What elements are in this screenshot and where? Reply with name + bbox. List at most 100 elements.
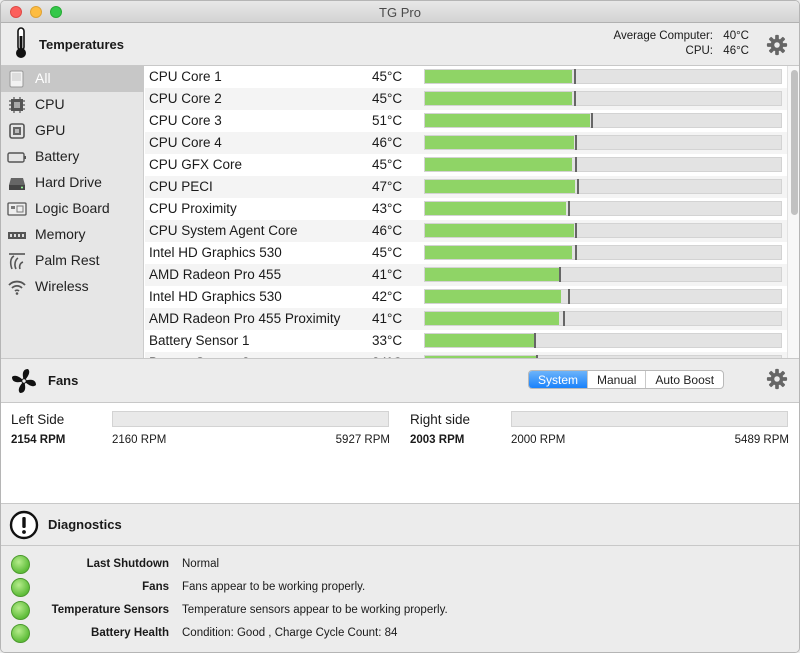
average-computer-label: Average Computer:	[613, 30, 713, 42]
sensor-bar-fill	[425, 334, 534, 347]
sensor-bar-fill	[425, 70, 572, 83]
sidebar-item-cpu[interactable]: CPU	[1, 92, 144, 118]
sensor-temperature-bar	[424, 223, 782, 238]
sensor-max-marker	[563, 311, 565, 326]
sensor-name: Intel HD Graphics 530	[149, 245, 282, 260]
sensor-max-marker	[575, 157, 577, 172]
hard-drive-icon	[9, 178, 25, 190]
sensor-max-marker	[591, 113, 593, 128]
diagnostic-value: Fans appear to be working properly.	[182, 581, 366, 593]
diagnostics-header: Diagnostics	[1, 505, 799, 545]
sensor-row[interactable]: Intel HD Graphics 530 42°C	[145, 286, 787, 308]
sensor-temperature-bar	[424, 333, 782, 348]
sidebar-item-label: GPU	[35, 122, 66, 138]
palm-rest-icon	[9, 253, 25, 270]
scrollbar-thumb[interactable]	[791, 70, 798, 215]
diagnostic-row-temperature-sensors: Temperature Sensors Temperature sensors …	[1, 599, 799, 622]
sidebar-item-logic-board[interactable]: Logic Board	[1, 196, 144, 222]
status-ok-icon	[11, 601, 30, 620]
sensor-bar-fill	[425, 202, 566, 215]
sensor-list-scrollbar[interactable]	[787, 66, 799, 358]
right-fan-speed-bar	[511, 411, 788, 427]
window-title: TG Pro	[379, 5, 421, 20]
temperatures-settings-gear-icon[interactable]	[766, 34, 788, 56]
sensor-row[interactable]: CPU Core 1 45°C	[145, 66, 787, 88]
sensor-bar-fill	[425, 290, 561, 303]
sensor-temperature: 34°C	[372, 355, 402, 358]
battery-icon	[7, 152, 26, 163]
fans-settings-gear-icon[interactable]	[766, 368, 788, 390]
sensor-row[interactable]: AMD Radeon Pro 455 Proximity 41°C	[145, 308, 787, 330]
sensor-list[interactable]: CPU Core 1 45°C CPU Core 2 45°C CPU Core 3 51…	[145, 66, 787, 358]
sensor-name: AMD Radeon Pro 455	[149, 267, 282, 282]
logic-board-icon	[7, 202, 27, 216]
status-ok-icon	[11, 624, 30, 643]
fans-title: Fans	[48, 373, 79, 388]
all-icon	[9, 70, 24, 88]
sensor-name: CPU System Agent Core	[149, 223, 298, 238]
sidebar-item-palm-rest[interactable]: Palm Rest	[1, 248, 144, 274]
sidebar-item-memory[interactable]: Memory	[1, 222, 144, 248]
sensor-row[interactable]: Battery Sensor 2 34°C	[145, 352, 787, 358]
sensor-row[interactable]: CPU Core 3 51°C	[145, 110, 787, 132]
diagnostic-label: Temperature Sensors	[51, 604, 169, 616]
sensor-name: Intel HD Graphics 530	[149, 289, 282, 304]
sidebar-item-label: Battery	[35, 148, 80, 164]
diagnostic-row-last-shutdown: Last Shutdown Normal	[1, 553, 799, 576]
diagnostic-label: Battery Health	[91, 627, 169, 639]
sensor-temperature-bar	[424, 245, 782, 260]
sensor-max-marker	[559, 267, 561, 282]
fans-panel: Left Side 2154 RPM 2160 RPM 5927 RPM Rig…	[1, 402, 799, 504]
fan-mode-manual-button[interactable]: Manual	[588, 371, 647, 388]
sensor-bar-fill	[425, 180, 575, 193]
fan-mode-auto-boost-button[interactable]: Auto Boost	[646, 371, 723, 388]
sensor-max-marker	[575, 245, 577, 260]
diagnostic-value: Normal	[182, 558, 220, 570]
sensor-row[interactable]: CPU Core 2 45°C	[145, 88, 787, 110]
sensor-row[interactable]: AMD Radeon Pro 455 41°C	[145, 264, 787, 286]
cpu-average-value: 46°C	[723, 45, 749, 57]
sensor-row[interactable]: CPU System Agent Core 46°C	[145, 220, 787, 242]
sensor-bar-fill	[425, 224, 574, 237]
cpu-average-label: CPU:	[685, 45, 713, 57]
status-ok-icon	[11, 555, 30, 574]
diagnostic-label: Fans	[142, 581, 169, 593]
sidebar-item-battery[interactable]: Battery	[1, 144, 144, 170]
sidebar-item-wireless[interactable]: Wireless	[1, 274, 144, 300]
sensor-name: Battery Sensor 2	[149, 355, 250, 358]
sensor-temperature-bar	[424, 69, 782, 84]
sidebar-item-all[interactable]: All	[1, 66, 144, 92]
sensor-name: CPU Core 2	[149, 91, 222, 106]
sensor-temperature-bar	[424, 91, 782, 106]
sensor-row[interactable]: CPU Proximity 43°C	[145, 198, 787, 220]
thermometer-icon	[16, 27, 26, 58]
sensor-temperature-bar	[424, 355, 782, 358]
sensor-row[interactable]: CPU PECI 47°C	[145, 176, 787, 198]
sensor-row[interactable]: CPU GFX Core 45°C	[145, 154, 787, 176]
sensor-temperature: 45°C	[372, 91, 403, 106]
sensor-max-marker	[575, 223, 577, 238]
sensor-row[interactable]: CPU Core 4 46°C	[145, 132, 787, 154]
sensor-bar-fill	[425, 246, 572, 259]
sensor-temperature: 45°C	[372, 157, 403, 172]
temperatures-header: Temperatures Average Computer: 40°C CPU: 4…	[1, 23, 799, 65]
sensor-name: CPU Proximity	[149, 201, 237, 216]
gpu-icon	[9, 123, 25, 139]
sidebar-item-hard-drive[interactable]: Hard Drive	[1, 170, 144, 196]
diagnostic-value: Temperature sensors appear to be working…	[182, 604, 448, 616]
left-fan-current-rpm: 2154 RPM	[11, 434, 66, 446]
sensor-max-marker	[568, 201, 570, 216]
sensor-temperature: 51°C	[372, 113, 403, 128]
fan-mode-system-button[interactable]: System	[529, 371, 589, 388]
sensor-name: CPU Core 4	[149, 135, 222, 150]
diagnostic-value: Condition: Good , Charge Cycle Count: 84	[182, 627, 398, 639]
title-bar[interactable]: TG Pro	[1, 1, 799, 23]
sensor-temperature: 46°C	[372, 135, 403, 150]
right-fan-current-rpm: 2003 RPM	[410, 434, 465, 446]
sensor-max-marker	[536, 355, 538, 358]
sensor-row[interactable]: Intel HD Graphics 530 45°C	[145, 242, 787, 264]
sensor-row[interactable]: Battery Sensor 1 33°C	[145, 330, 787, 352]
left-fan-max-rpm: 5927 RPM	[335, 434, 390, 446]
sidebar-item-gpu[interactable]: GPU	[1, 118, 144, 144]
memory-icon	[8, 232, 26, 239]
